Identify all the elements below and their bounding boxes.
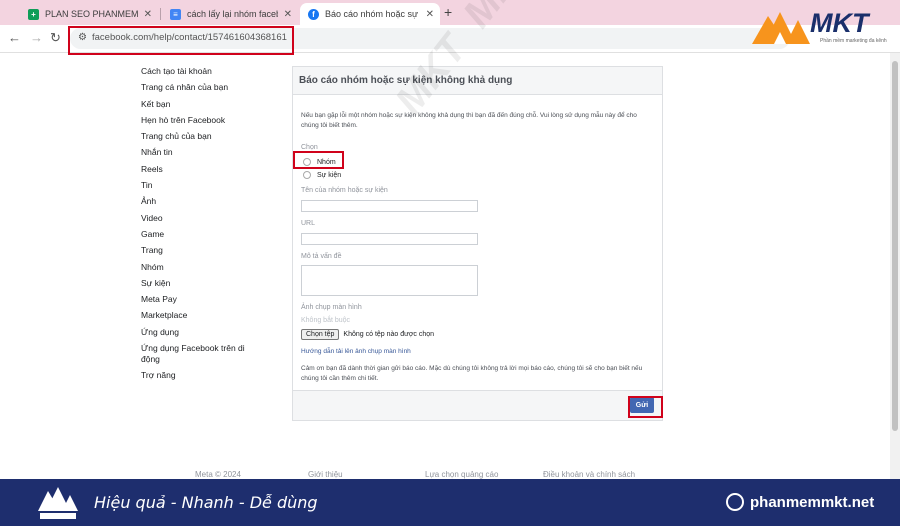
sidebar-item-friends[interactable]: Kết bạn [141, 99, 281, 115]
tab-plan-seo[interactable]: + PLAN SEO PHANMEMMKT.NET ✕ [20, 3, 158, 25]
tab-divider [160, 8, 161, 20]
logo-text: MKT [810, 8, 869, 38]
forward-arrow-icon[interactable]: → [30, 30, 43, 45]
sidebar-item-messaging[interactable]: Nhắn tin [141, 147, 281, 163]
upload-help-link[interactable]: Hướng dẫn tải lên ảnh chụp màn hình [301, 348, 411, 355]
mkt-logo-mark-icon [752, 12, 810, 44]
sidebar-item-reels[interactable]: Reels [141, 164, 281, 180]
scrollbar-thumb[interactable] [892, 61, 898, 431]
radio-event-option[interactable]: Sự kiện [303, 171, 341, 179]
sidebar-item-events[interactable]: Sự kiện [141, 278, 281, 294]
footer-about-link[interactable]: Giới thiệu [308, 470, 343, 479]
report-form: Báo cáo nhóm hoặc sự kiện không khả dụng… [292, 66, 663, 421]
form-fields: Chọn Nhóm Sự kiện Tên của nhóm hoặc sự k… [301, 67, 656, 382]
sidebar-item-stories[interactable]: Tin [141, 180, 281, 196]
choose-file-button[interactable]: Chọn tệp [301, 329, 340, 340]
banner-site: phanmemmkt.net [726, 493, 874, 511]
optional-label: Không bắt buộc [301, 317, 351, 324]
footer-copyright: Meta © 2024 [195, 470, 241, 479]
mkt-banner-logo-icon [38, 487, 78, 519]
name-input[interactable] [301, 200, 478, 212]
sidebar-item-photos[interactable]: Ảnh [141, 196, 281, 212]
sidebar-item-games[interactable]: Game [141, 229, 281, 245]
screenshot-label: Ảnh chụp màn hình [301, 304, 362, 311]
sheets-icon: + [28, 8, 39, 20]
radio-label: Sự kiện [317, 171, 342, 179]
logo-tagline: Phần mềm marketing đa kênh [820, 38, 887, 44]
tab-title: Báo cáo nhóm hoặc sự kiện khô [325, 9, 420, 19]
tab-title: cách lấy lại nhóm facebook bị x [187, 9, 278, 19]
file-status: Không có tệp nào được chọn [343, 331, 435, 338]
url-input[interactable] [301, 233, 478, 245]
banner-site-text: phanmemmkt.net [750, 493, 875, 511]
tab-title: PLAN SEO PHANMEMMKT.NET [45, 9, 138, 19]
reload-icon[interactable]: ↻ [50, 30, 61, 46]
sidebar-item-groups[interactable]: Nhóm [141, 262, 281, 278]
footer-terms-link[interactable]: Điều khoản và chính sách [543, 470, 635, 479]
banner-slogan: Hiệu quả - Nhanh - Dễ dùng [94, 493, 318, 512]
scrollbar[interactable] [890, 53, 900, 479]
docs-icon: ≡ [170, 8, 181, 20]
file-upload: Chọn tệp Không có tệp nào được chọn [301, 329, 434, 340]
close-icon[interactable]: ✕ [284, 9, 292, 20]
sidebar-item-profile[interactable]: Trang cá nhân của bạn [141, 82, 281, 98]
url-highlight-box [68, 26, 294, 55]
sidebar-item-meta-pay[interactable]: Meta Pay [141, 294, 281, 310]
sidebar-item-dating[interactable]: Hẹn hò trên Facebook [141, 115, 281, 131]
sidebar-item-accessibility[interactable]: Trợ năng [141, 370, 281, 386]
choose-label: Chọn [301, 144, 318, 151]
form-footer: Gửi [293, 390, 662, 420]
name-label: Tên của nhóm hoặc sự kiện [301, 187, 388, 194]
new-tab-button[interactable]: + [444, 4, 452, 20]
description-textarea[interactable] [301, 265, 478, 296]
radio-button[interactable] [303, 171, 311, 179]
close-icon[interactable]: ✕ [144, 9, 152, 20]
description-label: Mô tả vấn đề [301, 253, 342, 260]
group-option-highlight-box [293, 151, 344, 169]
sidebar-item-create-account[interactable]: Cách tạo tài khoản [141, 66, 281, 82]
url-label: URL [301, 220, 316, 227]
mkt-logo: MKT Phần mềm marketing đa kênh [750, 2, 900, 52]
sidebar-item-video[interactable]: Video [141, 213, 281, 229]
sidebar-item-marketplace[interactable]: Marketplace [141, 310, 281, 326]
sidebar-item-pages[interactable]: Trang [141, 245, 281, 261]
close-icon[interactable]: ✕ [426, 9, 434, 20]
facebook-icon: f [308, 8, 319, 20]
sidebar-item-apps[interactable]: Ứng dụng [141, 327, 281, 343]
sidebar-item-home[interactable]: Trang chủ của bạn [141, 131, 281, 147]
promo-banner: Hiệu quả - Nhanh - Dễ dùng phanmemmkt.ne… [0, 479, 900, 526]
thanks-text: Cảm ơn bạn đã dành thời gian gửi báo cáo… [301, 365, 643, 382]
help-sidebar: Cách tạo tài khoản Trang cá nhân của bạn… [141, 66, 281, 386]
sidebar-item-mobile-apps[interactable]: Ứng dụng Facebook trên di động [141, 343, 251, 370]
tab-facebook-report[interactable]: f Báo cáo nhóm hoặc sự kiện khô ✕ [300, 3, 440, 25]
footer-ad-choices-link[interactable]: Lựa chọn quảng cáo [425, 470, 498, 479]
tab-google-docs[interactable]: ≡ cách lấy lại nhóm facebook bị x ✕ [162, 3, 298, 25]
back-arrow-icon[interactable]: ← [8, 30, 21, 45]
submit-highlight-box [628, 396, 663, 418]
globe-icon [726, 493, 744, 511]
